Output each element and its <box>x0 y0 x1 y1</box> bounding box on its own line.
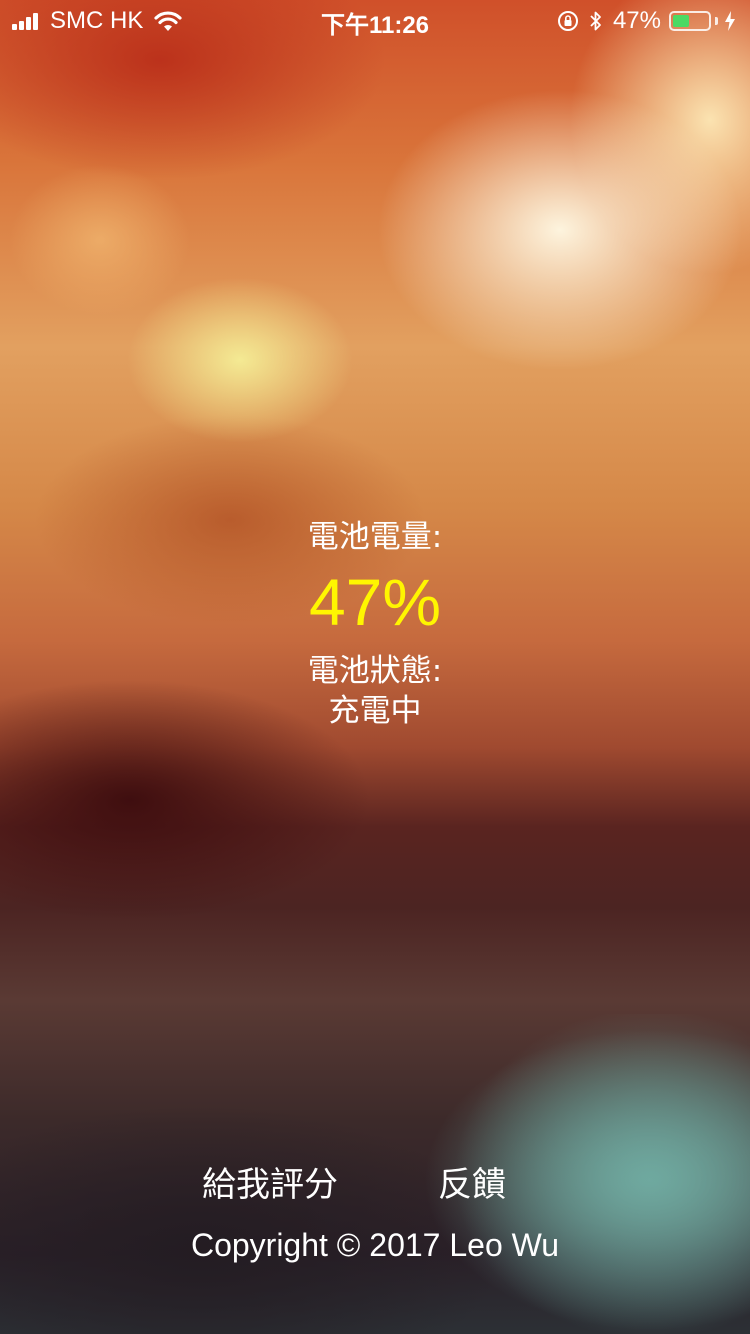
charging-bolt-icon <box>724 11 736 31</box>
copyright-text: Copyright © 2017 Leo Wu <box>190 1227 560 1263</box>
rate-app-button[interactable]: 給我評分 <box>202 1160 338 1210</box>
bluetooth-icon <box>589 10 603 32</box>
battery-percent: 47% <box>612 7 661 34</box>
battery-icon <box>669 11 711 31</box>
battery-level-value: 47% <box>308 565 442 639</box>
feedback-button[interactable]: 反饋 <box>438 1160 506 1210</box>
battery-fill <box>673 15 689 27</box>
rotation-lock-icon <box>557 10 579 32</box>
battery-status-value: 充電中 <box>328 693 422 729</box>
app-screen: SMC HK 下午11:26 47% 電池電量: 47% 電池狀態: 充電中 給… <box>0 0 750 1334</box>
footer-links: 給我評分 反饋 <box>0 1160 750 1210</box>
battery-status-label: 電池狀態: <box>307 653 443 689</box>
battery-info: 電池電量: 47% 電池狀態: 充電中 <box>0 515 750 731</box>
status-bar-right: 47% <box>557 7 736 35</box>
status-bar: SMC HK 下午11:26 47% <box>0 0 750 40</box>
battery-cap <box>715 17 718 25</box>
battery-level-label: 電池電量: <box>307 519 443 555</box>
